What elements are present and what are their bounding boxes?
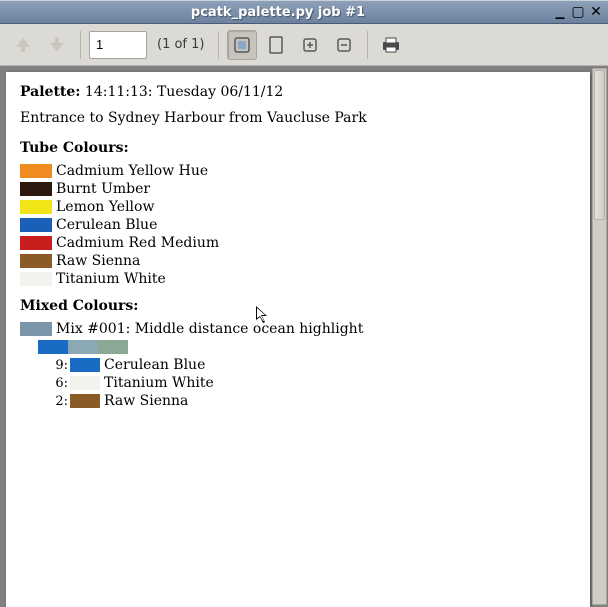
next-page-button[interactable] (42, 30, 72, 60)
tube-colour-row: Lemon Yellow (20, 198, 576, 216)
zoom-in-button[interactable] (295, 30, 325, 60)
page-count-label: (1 of 1) (157, 37, 204, 52)
colour-swatch (20, 182, 52, 196)
mixed-colours-heading: Mixed Colours: (20, 298, 576, 314)
colour-name: Cerulean Blue (104, 357, 205, 373)
colour-swatch (20, 218, 52, 232)
tube-colour-row: Cadmium Yellow Hue (20, 162, 576, 180)
toolbar: (1 of 1) (0, 24, 608, 66)
tube-colour-row: Raw Sienna (20, 252, 576, 270)
tube-colours-heading: Tube Colours: (20, 140, 576, 156)
mixed-colour-label: Mix #001: Middle distance ocean highligh… (56, 321, 363, 337)
mixed-colour-strip (20, 338, 576, 356)
titlebar: pcatk_palette.py job #1 _ ▢ ✕ (0, 0, 608, 24)
colour-name: Lemon Yellow (56, 199, 154, 215)
tube-colour-row: Cadmium Red Medium (20, 234, 576, 252)
page-area: Palette: 14:11:13: Tuesday 06/11/12 Entr… (0, 66, 608, 607)
window: pcatk_palette.py job #1 _ ▢ ✕ (1 of 1) (0, 0, 608, 607)
colour-swatch (70, 394, 100, 408)
colour-swatch (20, 200, 52, 214)
palette-label: Palette: (20, 84, 80, 100)
palette-header: Palette: 14:11:13: Tuesday 06/11/12 (20, 84, 576, 100)
window-title: pcatk_palette.py job #1 (4, 5, 552, 20)
colour-swatch (20, 272, 52, 286)
colour-swatch (70, 358, 100, 372)
colour-name: Burnt Umber (56, 181, 150, 197)
zoom-out-button[interactable] (329, 30, 359, 60)
colour-swatch (20, 236, 52, 250)
arrow-down-icon (47, 35, 67, 55)
printer-icon (380, 35, 402, 55)
page-number-input[interactable] (89, 31, 147, 59)
colour-name: Titanium White (56, 271, 166, 287)
fit-page-icon (266, 35, 286, 55)
colour-swatch (20, 254, 52, 268)
mix-strip-segment (68, 340, 98, 354)
colour-name: Titanium White (104, 375, 214, 391)
mix-ratio: 2: (38, 394, 68, 409)
cursor-icon (256, 306, 270, 324)
fit-page-button[interactable] (261, 30, 291, 60)
mixed-component-row: 6: Titanium White (20, 374, 576, 392)
colour-name: Cadmium Red Medium (56, 235, 219, 251)
vertical-scrollbar[interactable] (592, 68, 607, 605)
colour-name: Raw Sienna (104, 393, 188, 409)
separator (80, 31, 81, 59)
page-content: Palette: 14:11:13: Tuesday 06/11/12 Entr… (6, 72, 590, 607)
colour-name: Raw Sienna (56, 253, 140, 269)
colour-swatch (20, 322, 52, 336)
maximize-button[interactable]: ▢ (570, 5, 586, 19)
colour-name: Cerulean Blue (56, 217, 157, 233)
minimize-button[interactable]: _ (552, 5, 568, 19)
tube-colours-list: Cadmium Yellow Hue Burnt Umber Lemon Yello… (20, 162, 576, 288)
close-button[interactable]: ✕ (588, 5, 604, 19)
zoom-out-icon (334, 35, 354, 55)
palette-description: Entrance to Sydney Harbour from Vaucluse… (20, 110, 576, 126)
colour-swatch (20, 164, 52, 178)
palette-timestamp: 14:11:13: (85, 84, 153, 100)
window-controls: _ ▢ ✕ (552, 5, 604, 19)
palette-date: Tuesday 06/11/12 (157, 84, 283, 100)
scroll-thumb[interactable] (594, 70, 605, 220)
mixed-component-row: 9: Cerulean Blue (20, 356, 576, 374)
mixed-colour-header: Mix #001: Middle distance ocean highligh… (20, 320, 576, 338)
zoom-in-icon (300, 35, 320, 55)
colour-swatch (70, 376, 100, 390)
mixed-colours-list: Mix #001: Middle distance ocean highligh… (20, 320, 576, 410)
print-button[interactable] (376, 30, 406, 60)
fit-width-button[interactable] (227, 30, 257, 60)
tube-colour-row: Titanium White (20, 270, 576, 288)
tube-colour-row: Cerulean Blue (20, 216, 576, 234)
separator (367, 31, 368, 59)
separator (218, 31, 219, 59)
mix-ratio: 9: (38, 358, 68, 373)
fit-width-icon (232, 35, 252, 55)
mix-strip-segment (98, 340, 128, 354)
mix-strip-segment (38, 340, 68, 354)
arrow-up-icon (13, 35, 33, 55)
mix-ratio: 6: (38, 376, 68, 391)
mixed-component-row: 2: Raw Sienna (20, 392, 576, 410)
tube-colour-row: Burnt Umber (20, 180, 576, 198)
colour-name: Cadmium Yellow Hue (56, 163, 208, 179)
prev-page-button[interactable] (8, 30, 38, 60)
